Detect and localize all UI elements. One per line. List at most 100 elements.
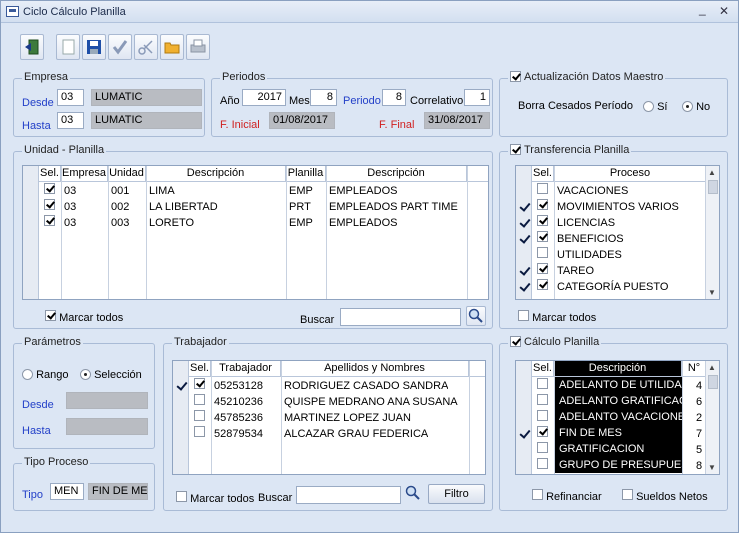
radio-si-circle[interactable] [643,101,654,112]
transferencia-row-checkbox[interactable] [537,247,548,258]
transferencia-row-sel[interactable] [537,263,548,279]
transferencia-row-checkbox[interactable] [537,263,548,274]
transferencia-row-checkbox[interactable] [537,183,548,194]
selected-row-marker-icon [519,217,530,228]
save-button[interactable] [82,34,106,60]
radio-seleccion[interactable]: Selección [80,369,142,381]
tipo-code-field[interactable]: MEN [50,483,84,500]
scroll-up-arrow-icon[interactable]: ▲ [708,168,716,177]
print-button[interactable] [186,34,210,60]
radio-rango-circle[interactable] [22,369,33,380]
calculo-scrollbar[interactable]: ▲ ▼ [705,361,719,474]
calculo-row-checkbox[interactable] [537,394,548,405]
anio-field[interactable]: 2017 [242,89,286,106]
radio-rango[interactable]: Rango [22,369,68,381]
minimize-button[interactable]: _ [699,2,706,16]
unidad-row-sel[interactable] [44,199,55,215]
calculo-checkbox[interactable] [510,336,521,347]
actualizacion-checkbox[interactable] [510,71,521,82]
calculo-row-checkbox[interactable] [537,378,548,389]
empresa-desde-code[interactable]: 03 [57,89,84,106]
trabajador-row-checkbox[interactable] [194,378,205,389]
transferencia-marcar-todos[interactable]: Marcar todos [518,310,596,324]
unidad-search-button[interactable] [466,306,486,326]
parametros-hasta-field [66,418,148,435]
calculo-row-checkbox[interactable] [537,426,548,437]
calculo-row-checkbox[interactable] [537,410,548,421]
trabajador-row-sel[interactable] [194,426,205,442]
transferencia-marcar-checkbox[interactable] [518,310,529,321]
unidad-col-extra [467,166,488,182]
transferencia-row-sel[interactable] [537,215,548,231]
sueldos-netos-checkbox[interactable] [622,489,633,500]
trabajador-search-button[interactable] [404,484,424,504]
unidad-marcar-checkbox[interactable] [45,310,56,321]
transferencia-row-checkbox[interactable] [537,215,548,226]
open-button[interactable] [160,34,184,60]
unidad-row-checkbox[interactable] [44,199,55,210]
radio-no-circle[interactable] [682,101,693,112]
transferencia-row-sel[interactable] [537,231,548,247]
selected-row-marker-icon [176,380,187,391]
trabajador-marcar-todos[interactable]: Marcar todos [176,491,254,505]
trabajador-row-checkbox[interactable] [194,394,205,405]
unidad-row-sel[interactable] [44,215,55,231]
calculo-row-sel[interactable] [537,378,548,394]
unidad-row-sel[interactable] [44,183,55,199]
transferencia-row-sel[interactable] [537,199,548,215]
transferencia-row-checkbox[interactable] [537,279,548,290]
trabajador-row-checkbox[interactable] [194,410,205,421]
periodo-field[interactable]: 8 [382,89,406,106]
scroll-down-arrow-icon[interactable]: ▼ [708,288,716,297]
trabajador-row-sel[interactable] [194,394,205,410]
transferencia-row-checkbox[interactable] [537,199,548,210]
trabajador-marcar-checkbox[interactable] [176,491,187,502]
calculo-row-sel[interactable] [537,442,548,458]
calculo-row-sel[interactable] [537,426,548,442]
radio-seleccion-circle[interactable] [80,369,91,380]
radio-no[interactable]: No [682,101,710,113]
process-button[interactable] [108,34,132,60]
transferencia-row-sel[interactable] [537,183,548,199]
transferencia-row-checkbox[interactable] [537,231,548,242]
trabajador-search-input[interactable] [296,486,401,504]
calculo-row-checkbox[interactable] [537,442,548,453]
transferencia-checkbox[interactable] [510,144,521,155]
mes-field[interactable]: 8 [310,89,337,106]
calculo-row-checkbox[interactable] [537,458,548,469]
scroll-up-arrow-icon[interactable]: ▲ [708,363,716,372]
exit-button[interactable] [20,34,44,60]
scroll-thumb[interactable] [708,180,718,194]
transferencia-row-sel[interactable] [537,279,548,295]
correlativo-field[interactable]: 1 [464,89,490,106]
calculo-row-sel[interactable] [537,394,548,410]
trabajador-row-sel[interactable] [194,378,205,394]
sueldos-netos-option[interactable]: Sueldos Netos [622,489,708,503]
unidad-planilla-group: Unidad - Planilla Sel. Empresa Unidad De… [13,144,493,329]
close-button[interactable]: ✕ [719,4,729,18]
tools-button[interactable] [134,34,158,60]
trabajador-row-header [173,361,189,474]
filtro-button[interactable]: Filtro [428,484,485,504]
trabajador-grid: Sel. Trabajador Apellidos y Nombres 0525… [172,360,486,475]
trabajador-row-checkbox[interactable] [194,426,205,437]
unidad-row-header [23,166,39,299]
radio-si[interactable]: Sí [643,101,667,113]
refinanciar-checkbox[interactable] [532,489,543,500]
calculo-row-sel[interactable] [537,410,548,426]
scroll-down-arrow-icon[interactable]: ▼ [708,463,716,472]
refinanciar-option[interactable]: Refinanciar [532,489,602,503]
unidad-marcar-todos[interactable]: Marcar todos [45,310,123,324]
unidad-row-checkbox[interactable] [44,183,55,194]
new-button[interactable] [56,34,80,60]
unidad-search-input[interactable] [340,308,461,326]
transferencia-row-sel[interactable] [537,247,548,263]
empresa-hasta-code[interactable]: 03 [57,112,84,129]
unidad-col-empresa: Empresa [61,166,108,182]
calculo-row-sel[interactable] [537,458,548,474]
transferencia-scrollbar[interactable]: ▲ ▼ [705,166,719,299]
unidad-row-checkbox[interactable] [44,215,55,226]
trabajador-row-sel[interactable] [194,410,205,426]
scroll-thumb[interactable] [708,375,718,389]
unidad-row-planilla: EMP [289,217,313,229]
